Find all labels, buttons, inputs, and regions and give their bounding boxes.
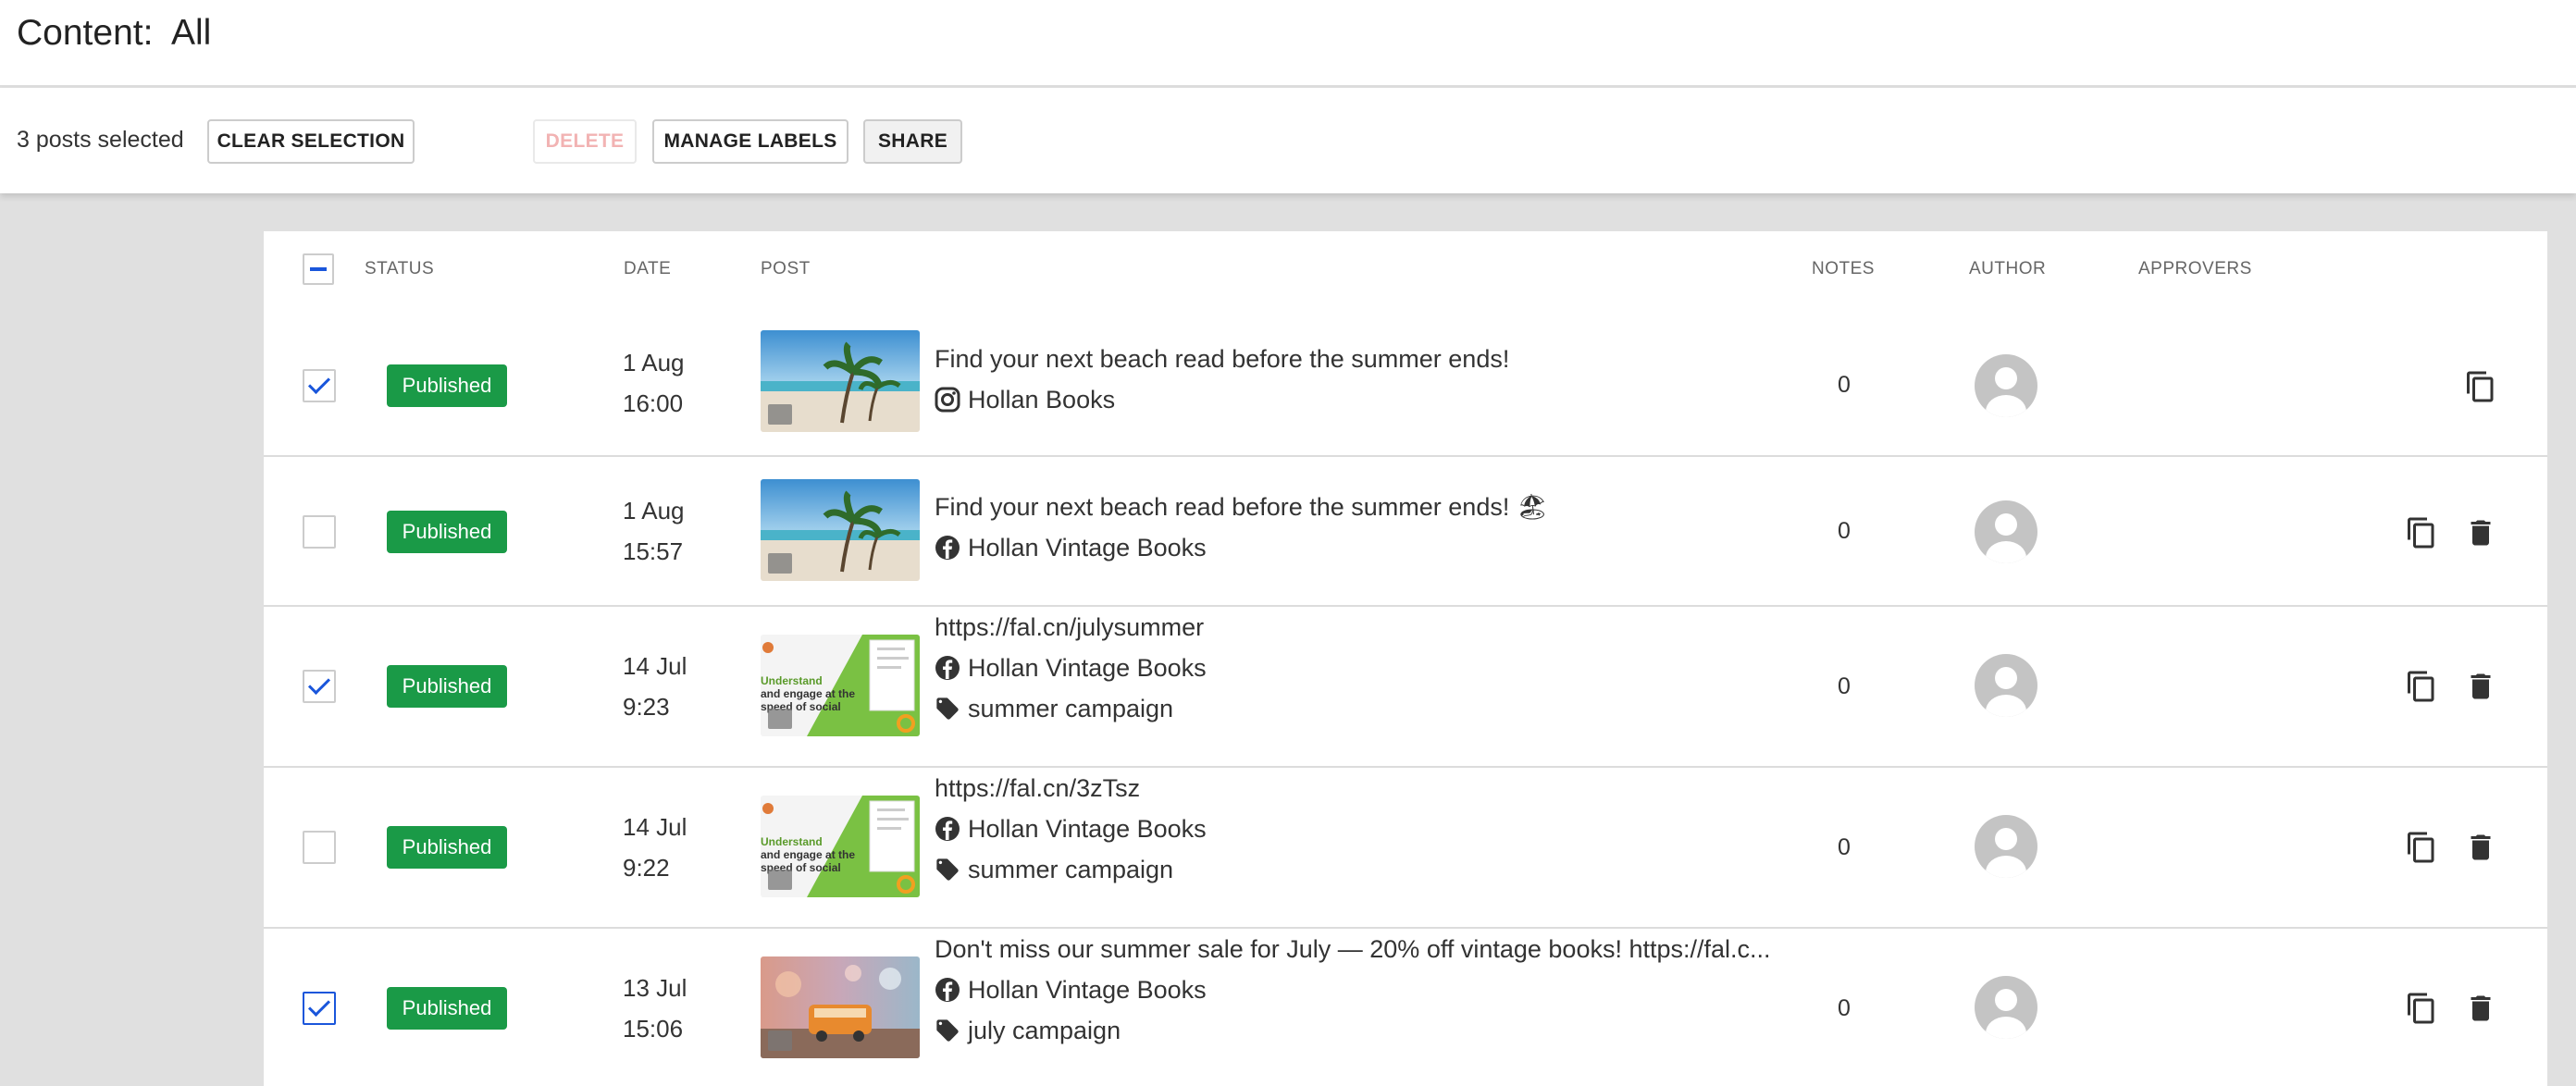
trash-icon[interactable] [2464,831,2497,864]
post-account: Hollan Vintage Books [935,969,1771,1010]
post-content[interactable]: Don't miss our summer sale for July — 20… [935,929,1771,1051]
duplicate-icon[interactable] [2464,370,2497,403]
post-label: july campaign [935,1010,1771,1051]
table-row[interactable]: Published 14 Jul 9:22 Understand and eng… [264,768,2547,929]
table-row[interactable]: Published 14 Jul 9:23 Understand and eng… [264,607,2547,768]
post-text: https://fal.cn/julysummer [935,613,1205,641]
column-approvers: APPROVERS [2138,259,2252,278]
instagram-icon [935,387,960,413]
post-label: summer campaign [935,849,1207,890]
post-text: Find your next beach read before the sum… [935,493,1549,521]
status-badge: Published [387,665,507,708]
column-notes: NOTES [1812,259,1875,278]
author-avatar [1975,654,2037,717]
svg-text:and engage at the: and engage at the [761,848,855,861]
post-date: 1 Aug 15:57 [623,497,685,565]
post-date: 13 Jul 15:06 [623,974,687,1043]
table-row[interactable]: Published 13 Jul 15:06 Don't miss our su… [264,929,2547,1086]
page-header: Content: All [0,0,2576,87]
select-all-checkbox[interactable] [303,253,334,285]
image-type-icon [768,404,792,425]
column-post: POST [761,259,811,278]
delete-button[interactable]: DELETE [533,119,637,164]
notes-count: 0 [1838,995,1851,1021]
post-date: 14 Jul 9:22 [623,813,687,882]
row-checkbox[interactable] [303,670,336,703]
selected-count: 3 posts selected [17,127,184,153]
column-author: AUTHOR [1969,259,2047,278]
author-avatar [1975,976,2037,1039]
share-button[interactable]: SHARE [863,119,962,164]
clear-selection-button[interactable]: CLEAR SELECTION [207,119,415,164]
selection-toolbar: 3 posts selected CLEAR SELECTION DELETE … [0,88,2576,193]
status-badge: Published [387,364,507,407]
tag-icon [935,1018,960,1043]
duplicate-icon[interactable] [2405,831,2438,864]
svg-text:and engage at the: and engage at the [761,687,855,700]
post-content[interactable]: https://fal.cn/julysummer Hollan Vintage… [935,607,1207,729]
post-account: Hollan Books [935,379,1509,420]
author-avatar [1975,815,2037,878]
tag-icon [935,696,960,722]
manage-labels-button[interactable]: MANAGE LABELS [652,119,848,164]
trash-icon[interactable] [2464,516,2497,549]
column-date[interactable]: DATE [624,259,671,279]
post-thumbnail[interactable] [761,330,920,432]
facebook-icon [935,816,960,842]
post-account: Hollan Vintage Books [935,648,1207,688]
row-checkbox[interactable] [303,831,336,864]
author-avatar [1975,500,2037,563]
duplicate-icon[interactable] [2405,992,2438,1025]
row-checkbox[interactable] [303,992,336,1025]
link-type-icon [768,870,792,890]
post-thumbnail[interactable] [761,479,920,581]
notes-count: 0 [1838,834,1851,860]
svg-text:Understand: Understand [761,835,823,848]
post-text: Don't miss our summer sale for July — 20… [935,935,1771,963]
trash-icon[interactable] [2464,670,2497,703]
facebook-icon [935,535,960,561]
post-content[interactable]: Find your next beach read before the sum… [935,339,1509,420]
row-checkbox[interactable] [303,515,336,549]
trash-icon[interactable] [2464,992,2497,1025]
status-badge: Published [387,511,507,553]
tag-icon [935,857,960,882]
table-row[interactable]: Published 1 Aug 15:57 Find your next bea… [264,457,2547,607]
status-badge: Published [387,987,507,1030]
post-thumbnail[interactable] [761,956,920,1058]
column-status[interactable]: STATUS [365,259,434,279]
post-account: Hollan Vintage Books [935,527,1548,568]
duplicate-icon[interactable] [2405,516,2438,549]
svg-text:Understand: Understand [761,674,823,687]
duplicate-icon[interactable] [2405,670,2438,703]
post-date: 14 Jul 9:23 [623,652,687,721]
image-type-icon [768,1030,792,1051]
post-label: summer campaign [935,688,1207,729]
author-avatar [1975,354,2037,417]
notes-count: 0 [1838,372,1851,398]
page-title: Content: All [17,13,212,53]
post-thumbnail[interactable]: Understand and engage at the speed of so… [761,635,920,736]
posts-table: STATUS DATE POST NOTES AUTHOR APPROVERS … [264,231,2547,1086]
post-text: https://fal.cn/3zTsz [935,774,1141,802]
post-content[interactable]: https://fal.cn/3zTsz Hollan Vintage Book… [935,768,1207,890]
notes-count: 0 [1838,673,1851,699]
notes-count: 0 [1838,518,1851,544]
status-badge: Published [387,826,507,869]
table-row[interactable]: Published 1 Aug 16:00 Find your next bea… [264,315,2547,457]
link-type-icon [768,709,792,729]
facebook-icon [935,655,960,681]
facebook-icon [935,977,960,1003]
post-text: Find your next beach read before the sum… [935,345,1510,373]
post-thumbnail[interactable]: Understand and engage at the speed of so… [761,796,920,897]
post-account: Hollan Vintage Books [935,808,1207,849]
row-checkbox[interactable] [303,369,336,402]
post-date: 1 Aug 16:00 [623,349,685,417]
post-content[interactable]: Find your next beach read before the sum… [935,487,1548,568]
image-type-icon [768,553,792,574]
